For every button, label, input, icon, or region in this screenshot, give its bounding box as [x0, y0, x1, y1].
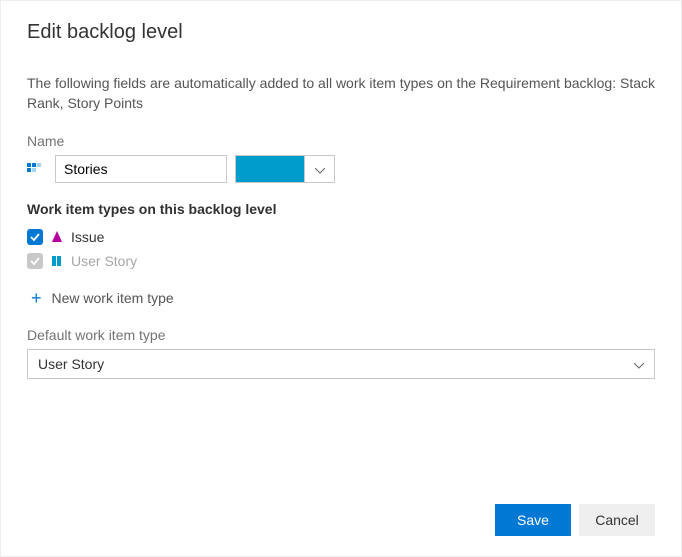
wit-label-user-story: User Story — [71, 253, 137, 269]
save-button[interactable]: Save — [495, 504, 571, 536]
name-label: Name — [27, 133, 655, 149]
wit-checkbox-issue[interactable] — [27, 229, 43, 245]
user-story-icon — [49, 253, 65, 269]
issue-icon — [49, 229, 65, 245]
default-wit-select[interactable]: User Story — [27, 349, 655, 379]
new-work-item-type-button[interactable]: + New work item type — [27, 281, 655, 327]
wit-section-label: Work item types on this backlog level — [27, 201, 655, 217]
default-wit-value: User Story — [38, 356, 104, 372]
name-input[interactable] — [55, 155, 227, 183]
default-wit-label: Default work item type — [27, 327, 655, 343]
color-picker[interactable] — [235, 155, 335, 183]
wit-label-issue: Issue — [71, 229, 104, 245]
wit-item-issue: Issue — [27, 225, 655, 249]
chevron-down-icon — [634, 356, 644, 372]
color-swatch — [235, 155, 305, 183]
new-wit-label: New work item type — [52, 290, 174, 306]
description-text: The following fields are automatically a… — [27, 74, 655, 113]
color-dropdown-button[interactable] — [305, 155, 335, 183]
chevron-down-icon — [315, 161, 325, 177]
backlog-level-icon — [27, 161, 47, 177]
cancel-button[interactable]: Cancel — [579, 504, 655, 536]
dialog-title: Edit backlog level — [27, 21, 655, 44]
wit-checkbox-user-story — [27, 253, 43, 269]
wit-item-user-story: User Story — [27, 249, 655, 273]
plus-icon: + — [31, 289, 42, 307]
